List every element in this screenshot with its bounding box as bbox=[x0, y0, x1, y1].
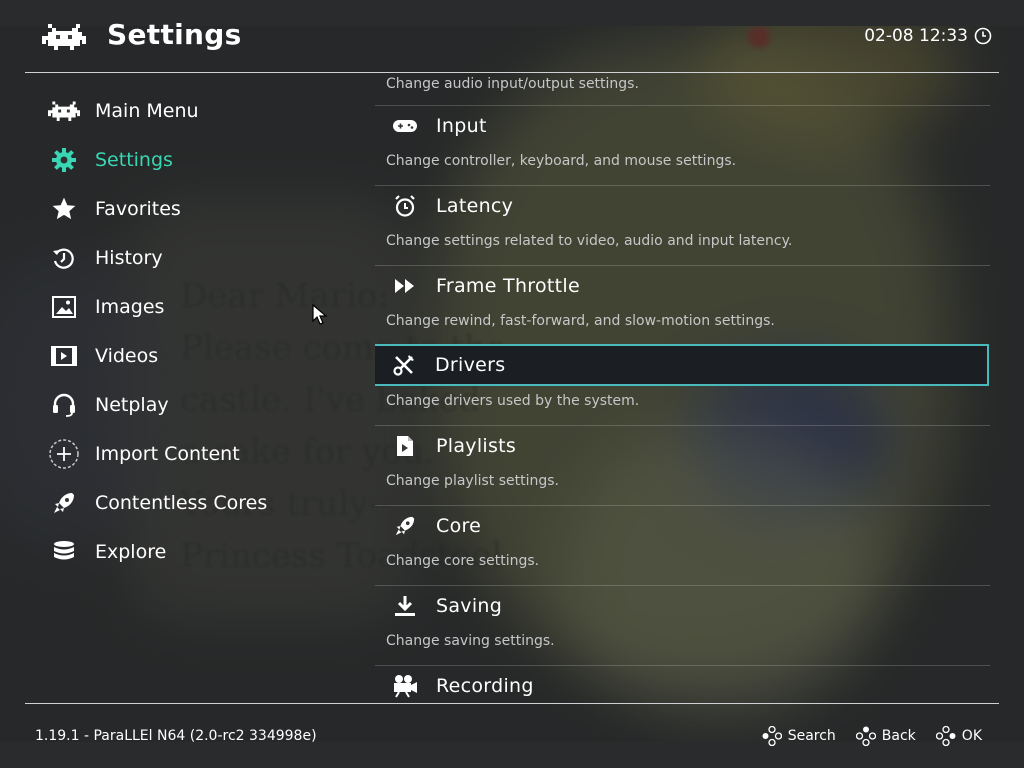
gamepad-buttons-icon bbox=[762, 726, 782, 746]
sidebar-item-label: Main Menu bbox=[95, 99, 199, 122]
image-icon bbox=[48, 291, 80, 323]
sidebar-item-favorites[interactable]: Favorites bbox=[40, 184, 360, 233]
menu-item-description: Change saving settings. bbox=[386, 633, 555, 649]
version-info: 1.19.1 - ParaLLEl N64 (2.0-rc2 334998e) bbox=[35, 728, 317, 744]
menu-item-description: Change core settings. bbox=[386, 553, 540, 569]
retroarch-invader-icon bbox=[48, 95, 80, 127]
sidebar-item-videos[interactable]: Videos bbox=[40, 331, 360, 380]
sidebar-item-history[interactable]: History bbox=[40, 233, 360, 282]
sidebar-item-label: Netplay bbox=[95, 393, 169, 416]
film-icon bbox=[48, 340, 80, 372]
menu-item-label: Playlists bbox=[436, 435, 517, 457]
search-label: Search bbox=[787, 728, 836, 744]
entry-latency: Latency Change settings related to video… bbox=[375, 185, 992, 265]
entry-playlists: Playlists Change playlist settings. bbox=[375, 425, 992, 505]
sidebar-item-import-content[interactable]: Import Content bbox=[40, 429, 360, 478]
search-button[interactable]: Search bbox=[762, 726, 836, 746]
menu-item-description: Change settings related to video, audio … bbox=[386, 233, 793, 249]
sidebar-item-label: History bbox=[95, 246, 163, 269]
mouse-cursor-icon bbox=[312, 304, 328, 325]
header: Settings 02-08 12:33 bbox=[0, 0, 1024, 72]
clock: 02-08 12:33 bbox=[864, 26, 992, 46]
entry-saving: Saving Change saving settings. bbox=[375, 585, 992, 665]
sidebar-item-label: Videos bbox=[95, 344, 159, 367]
footer-divider bbox=[25, 703, 999, 704]
movie-camera-icon bbox=[392, 673, 418, 699]
back-button[interactable]: Back bbox=[855, 726, 916, 746]
entry-input: Input Change controller, keyboard, and m… bbox=[375, 105, 992, 185]
rocket-icon bbox=[392, 513, 418, 539]
gamepad-buttons-icon bbox=[855, 726, 876, 746]
menu-item-label: Input bbox=[436, 115, 487, 137]
audio-description: Change audio input/output settings. bbox=[386, 76, 639, 92]
star-icon bbox=[48, 193, 80, 225]
sidebar-item-main-menu[interactable]: Main Menu bbox=[40, 86, 360, 135]
menu-item-drivers[interactable]: Drivers bbox=[375, 344, 989, 386]
stopwatch-icon bbox=[392, 193, 418, 219]
sidebar: Main Menu Settings Favorites History Ima… bbox=[40, 86, 360, 576]
rocket-icon bbox=[48, 487, 80, 519]
clock-text: 02-08 12:33 bbox=[864, 26, 968, 46]
sidebar-item-settings[interactable]: Settings bbox=[40, 135, 360, 184]
menu-item-label: Frame Throttle bbox=[436, 275, 580, 297]
menu-item-frame-throttle[interactable]: Frame Throttle bbox=[375, 265, 990, 306]
menu-item-label: Recording bbox=[436, 675, 534, 697]
settings-list: Change audio input/output settings. Inpu… bbox=[375, 72, 992, 700]
sidebar-item-label: Import Content bbox=[95, 442, 240, 465]
footer-hints: Search Back OK bbox=[762, 726, 982, 746]
ok-button[interactable]: OK bbox=[935, 726, 982, 746]
back-label: Back bbox=[881, 728, 916, 744]
entry-recording: Recording bbox=[375, 665, 992, 700]
sidebar-item-netplay[interactable]: Netplay bbox=[40, 380, 360, 429]
sidebar-item-label: Favorites bbox=[95, 197, 181, 220]
menu-item-saving[interactable]: Saving bbox=[375, 585, 990, 626]
menu-item-label: Core bbox=[436, 515, 482, 537]
sidebar-item-label: Settings bbox=[95, 148, 173, 171]
sidebar-item-explore[interactable]: Explore bbox=[40, 527, 360, 576]
menu-item-label: Saving bbox=[436, 595, 503, 617]
retroarch-logo-icon bbox=[42, 24, 86, 50]
plus-circle-icon bbox=[48, 438, 80, 470]
entry-frame-throttle: Frame Throttle Change rewind, fast-forwa… bbox=[375, 265, 992, 345]
sidebar-item-label: Contentless Cores bbox=[95, 491, 268, 514]
download-icon bbox=[392, 593, 418, 619]
entry-core: Core Change core settings. bbox=[375, 505, 992, 585]
sidebar-item-label: Images bbox=[95, 295, 165, 318]
menu-item-core[interactable]: Core bbox=[375, 505, 990, 546]
menu-item-input[interactable]: Input bbox=[375, 105, 990, 146]
gamepad-buttons-icon bbox=[935, 726, 956, 746]
sidebar-item-label: Explore bbox=[95, 540, 167, 563]
page-title: Settings bbox=[107, 18, 242, 51]
gamepad-icon bbox=[392, 113, 418, 139]
menu-item-recording[interactable]: Recording bbox=[375, 665, 990, 700]
menu-item-description: Change drivers used by the system. bbox=[386, 393, 640, 409]
fast-forward-icon bbox=[392, 273, 418, 299]
menu-item-description: Change playlist settings. bbox=[386, 473, 559, 489]
menu-item-label: Drivers bbox=[435, 354, 506, 376]
sidebar-item-contentless-cores[interactable]: Contentless Cores bbox=[40, 478, 360, 527]
ok-label: OK bbox=[961, 728, 982, 744]
entry-drivers: Drivers Change drivers used by the syste… bbox=[375, 344, 992, 425]
menu-item-description: Change controller, keyboard, and mouse s… bbox=[386, 153, 737, 169]
menu-item-playlists[interactable]: Playlists bbox=[375, 425, 990, 466]
database-icon bbox=[48, 536, 80, 568]
playlist-file-icon bbox=[392, 433, 418, 459]
headset-icon bbox=[48, 389, 80, 421]
menu-item-label: Latency bbox=[436, 195, 514, 217]
history-icon bbox=[48, 242, 80, 274]
tools-icon bbox=[391, 352, 417, 378]
menu-item-latency[interactable]: Latency bbox=[375, 185, 990, 226]
menu-item-description: Change rewind, fast-forward, and slow-mo… bbox=[386, 313, 775, 329]
clock-icon bbox=[974, 27, 992, 45]
gear-icon bbox=[48, 144, 80, 176]
